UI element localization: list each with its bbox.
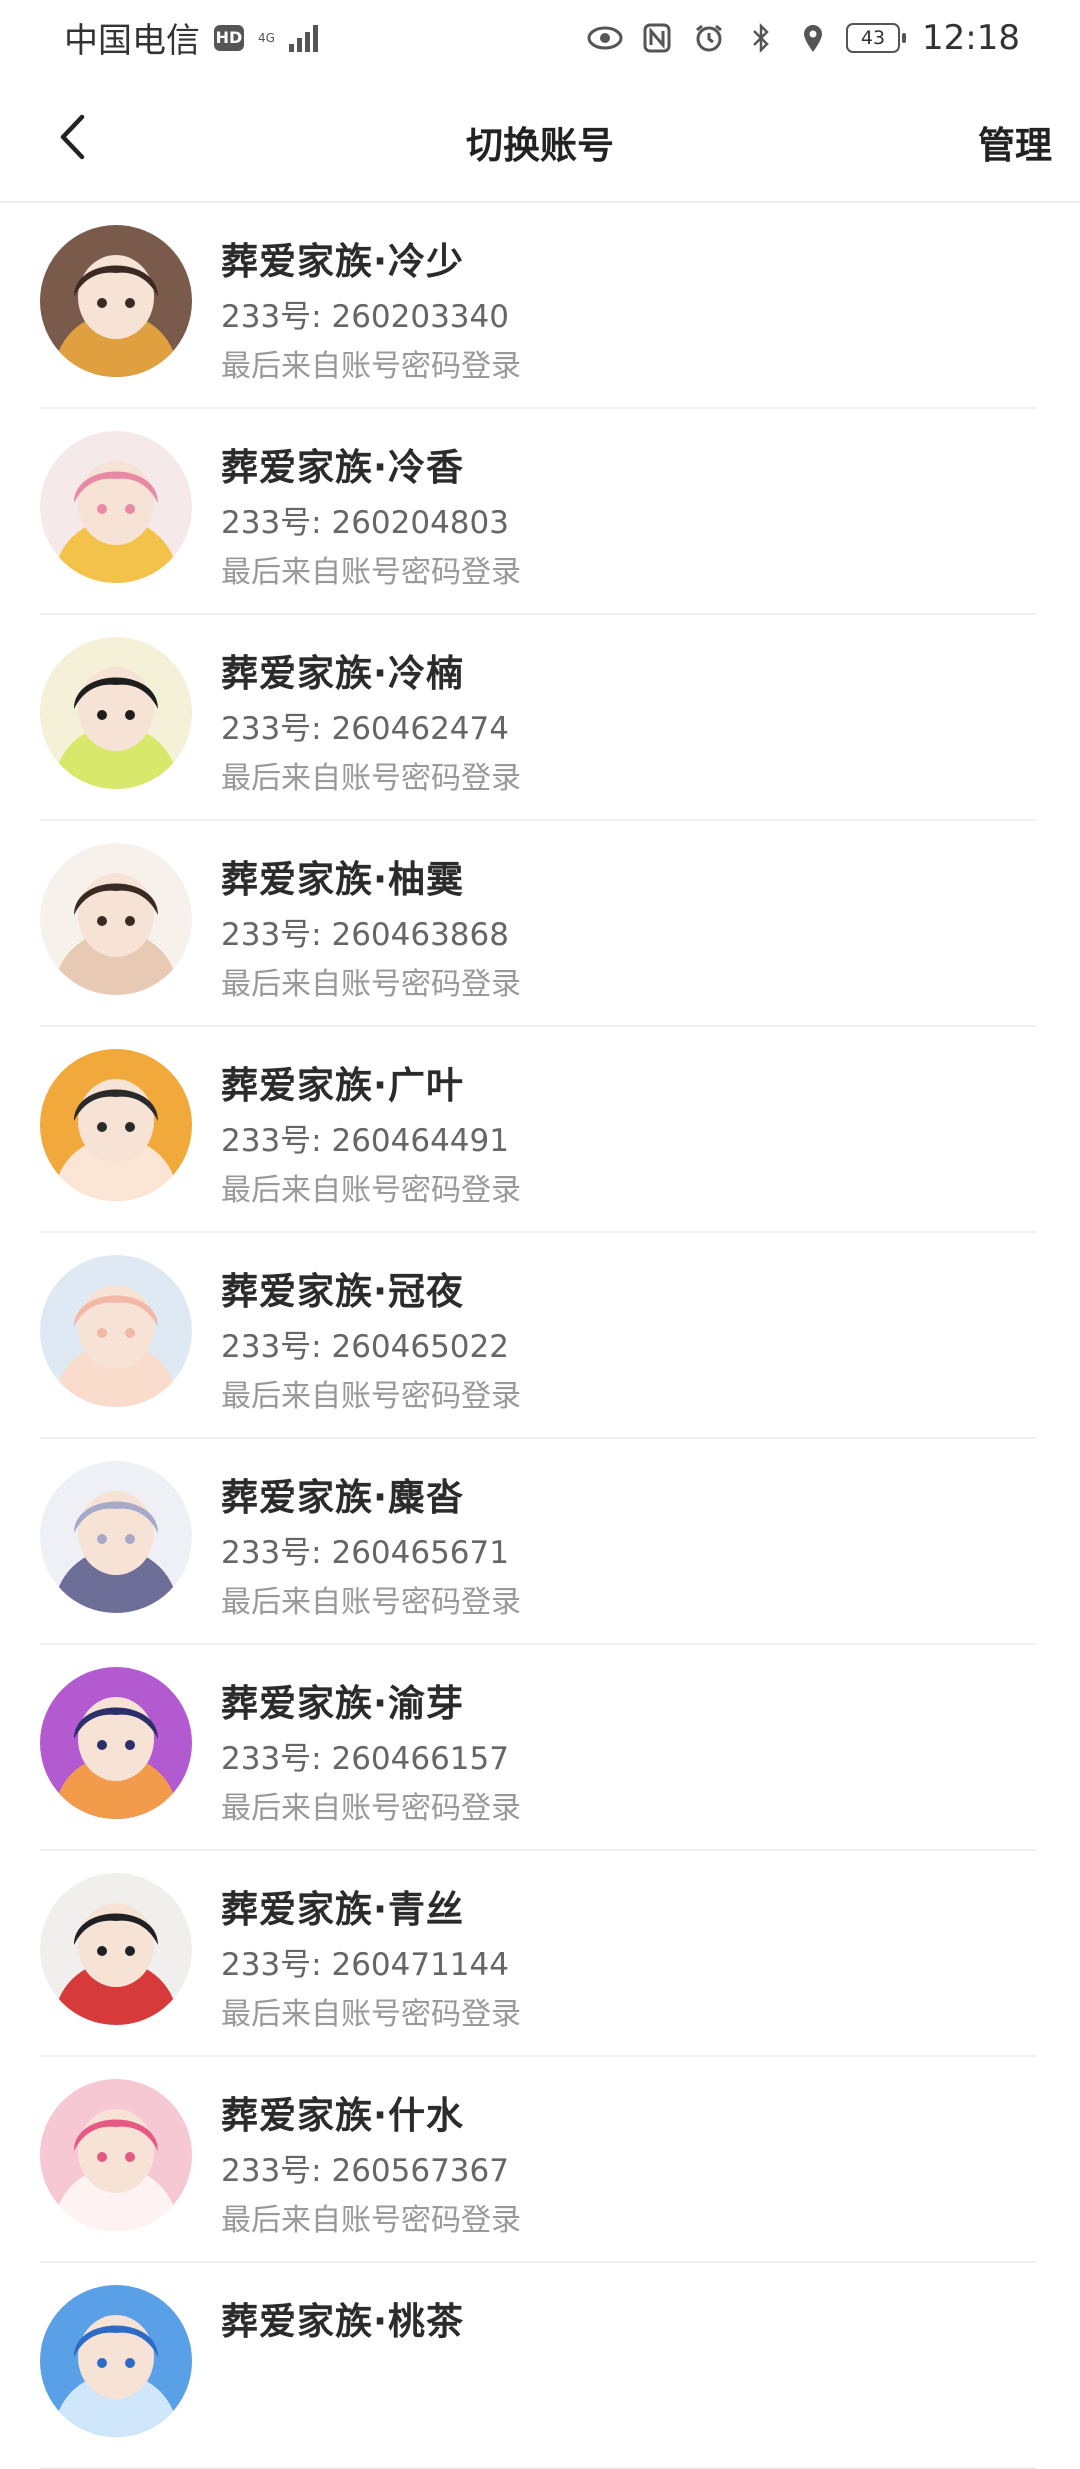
signal-icon bbox=[288, 24, 318, 52]
avatar bbox=[40, 431, 192, 583]
account-id: 233号: 260465022 bbox=[221, 1329, 509, 1365]
carrier-name: 中国电信 bbox=[64, 21, 200, 61]
account-row[interactable]: 葬爱家族·冷香 233号: 260204803 最后来自账号密码登录 bbox=[0, 409, 1080, 615]
bluetooth-icon bbox=[742, 19, 780, 57]
hd-badge: HD bbox=[214, 24, 244, 51]
account-name: 葬爱家族·青丝 bbox=[221, 1888, 465, 1931]
account-id: 233号: 260464491 bbox=[221, 1123, 509, 1159]
account-id: 233号: 260462474 bbox=[221, 711, 509, 747]
account-id: 233号: 260567367 bbox=[221, 2153, 509, 2189]
account-row[interactable]: 葬爱家族·青丝 233号: 260471144 最后来自账号密码登录 bbox=[0, 1851, 1080, 2057]
page-title: 切换账号 bbox=[466, 124, 614, 167]
header-bar: 切换账号 管理 bbox=[0, 75, 1080, 203]
account-name: 葬爱家族·桃茶 bbox=[221, 2300, 465, 2343]
nfc-icon bbox=[638, 19, 676, 57]
location-icon bbox=[794, 19, 832, 57]
avatar bbox=[40, 225, 192, 377]
account-id: 233号: 260471144 bbox=[221, 1947, 509, 1983]
network-type: 4G bbox=[258, 30, 275, 45]
account-name: 葬爱家族·广叶 bbox=[221, 1064, 465, 1107]
account-name: 葬爱家族·柚霙 bbox=[221, 858, 465, 901]
avatar bbox=[40, 1667, 192, 1819]
account-id: 233号: 260465671 bbox=[221, 1535, 509, 1571]
account-name: 葬爱家族·什水 bbox=[221, 2094, 465, 2137]
account-row[interactable]: 葬爱家族·冷楠 233号: 260462474 最后来自账号密码登录 bbox=[0, 615, 1080, 821]
last-login-method: 最后来自账号密码登录 bbox=[221, 1997, 521, 2032]
account-name: 葬爱家族·渝芽 bbox=[221, 1682, 465, 1725]
last-login-method: 最后来自账号密码登录 bbox=[221, 1379, 521, 1414]
last-login-method: 最后来自账号密码登录 bbox=[221, 1173, 521, 1208]
last-login-method: 最后来自账号密码登录 bbox=[221, 2203, 521, 2238]
account-name: 葬爱家族·冷楠 bbox=[221, 652, 465, 695]
account-id: 233号: 260466157 bbox=[221, 1741, 509, 1777]
account-name: 葬爱家族·冷少 bbox=[221, 240, 465, 283]
last-login-method: 最后来自账号密码登录 bbox=[221, 967, 521, 1002]
status-right: 43 12:18 bbox=[586, 18, 1020, 58]
account-row[interactable]: 葬爱家族·渝芽 233号: 260466157 最后来自账号密码登录 bbox=[0, 1645, 1080, 1851]
avatar bbox=[40, 2079, 192, 2231]
account-row[interactable]: 葬爱家族·冠夜 233号: 260465022 最后来自账号密码登录 bbox=[0, 1233, 1080, 1439]
avatar bbox=[40, 843, 192, 995]
account-row[interactable]: 葬爱家族·什水 233号: 260567367 最后来自账号密码登录 bbox=[0, 2057, 1080, 2263]
account-id: 233号: 260463868 bbox=[221, 917, 509, 953]
account-row[interactable]: 葬爱家族·广叶 233号: 260464491 最后来自账号密码登录 bbox=[0, 1027, 1080, 1233]
account-name: 葬爱家族·冷香 bbox=[221, 446, 465, 489]
status-bar: 中国电信 HD 4G 43 12:18 bbox=[0, 0, 1080, 75]
avatar bbox=[40, 1461, 192, 1613]
manage-button[interactable]: 管理 bbox=[978, 115, 1052, 169]
status-left: 中国电信 HD 4G bbox=[64, 13, 318, 62]
battery-icon: 43 bbox=[846, 22, 907, 53]
avatar bbox=[40, 637, 192, 789]
last-login-method: 最后来自账号密码登录 bbox=[221, 761, 521, 796]
account-list: 葬爱家族·冷少 233号: 260203340 最后来自账号密码登录 葬爱家族·冷香 2… bbox=[0, 203, 1080, 2469]
alarm-icon bbox=[690, 19, 728, 57]
account-name: 葬爱家族·冠夜 bbox=[221, 1270, 465, 1313]
avatar bbox=[40, 1049, 192, 1201]
avatar bbox=[40, 1873, 192, 2025]
account-id: 233号: 260203340 bbox=[221, 299, 509, 335]
account-row[interactable]: 葬爱家族·柚霙 233号: 260463868 最后来自账号密码登录 bbox=[0, 821, 1080, 1027]
last-login-method: 最后来自账号密码登录 bbox=[221, 555, 521, 590]
clock: 12:18 bbox=[922, 17, 1020, 58]
account-row[interactable]: 葬爱家族·冷少 233号: 260203340 最后来自账号密码登录 bbox=[0, 203, 1080, 409]
account-row[interactable]: 葬爱家族·麋沓 233号: 260465671 最后来自账号密码登录 bbox=[0, 1439, 1080, 1645]
account-name: 葬爱家族·麋沓 bbox=[221, 1476, 465, 1519]
last-login-method: 最后来自账号密码登录 bbox=[221, 1585, 521, 1620]
last-login-method: 最后来自账号密码登录 bbox=[221, 349, 521, 384]
eye-icon bbox=[586, 19, 624, 57]
account-id: 233号: 260204803 bbox=[221, 505, 509, 541]
avatar bbox=[40, 1255, 192, 1407]
avatar bbox=[40, 2285, 192, 2437]
account-row[interactable]: 葬爱家族·桃茶 bbox=[0, 2263, 1080, 2469]
last-login-method: 最后来自账号密码登录 bbox=[221, 1791, 521, 1826]
